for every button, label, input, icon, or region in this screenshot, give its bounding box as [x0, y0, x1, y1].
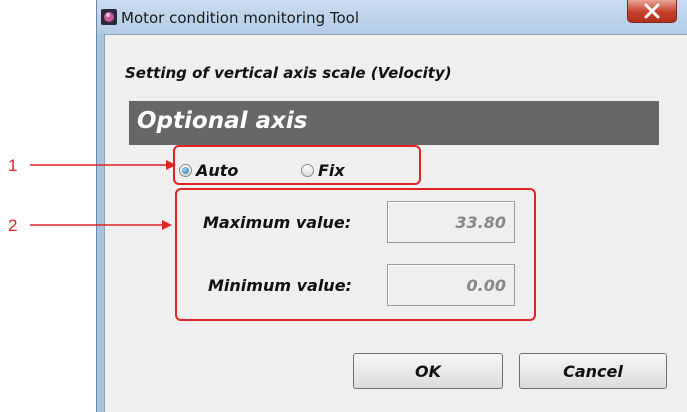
annotation-box-2: [175, 188, 536, 321]
window-title: Motor condition monitoring Tool: [121, 9, 360, 27]
section-header: Optional axis: [129, 101, 659, 145]
annotation-number-1: 1: [8, 156, 18, 175]
annotation-box-1: [173, 145, 421, 185]
close-icon: [644, 3, 660, 19]
cancel-button[interactable]: Cancel: [519, 353, 667, 389]
ok-button[interactable]: OK: [353, 353, 503, 389]
app-icon: [101, 9, 117, 25]
close-button[interactable]: [627, 0, 677, 23]
annotation-number-2: 2: [8, 216, 18, 235]
title-bar[interactable]: Motor condition monitoring Tool: [97, 0, 687, 34]
section-title: Optional axis: [137, 108, 308, 134]
setting-title: Setting of vertical axis scale (Velocity…: [125, 64, 452, 82]
